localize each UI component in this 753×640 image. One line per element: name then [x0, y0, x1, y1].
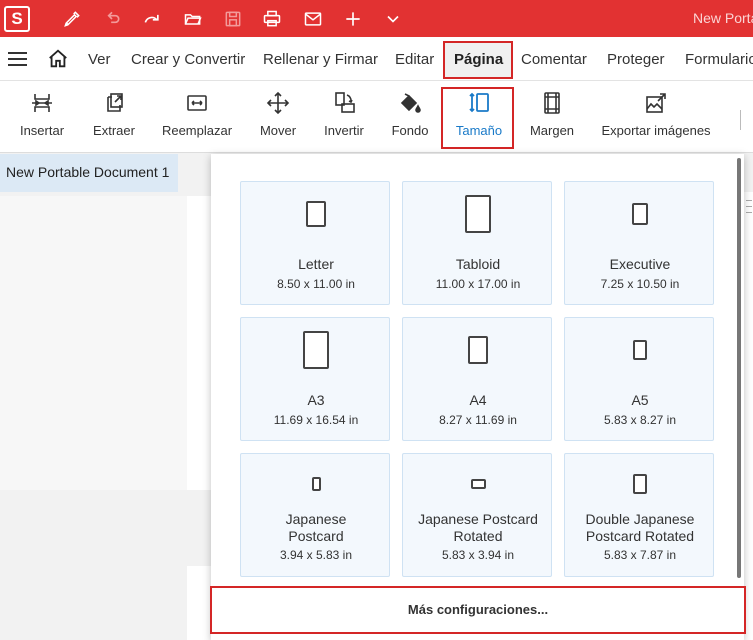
- page-size-card-a4[interactable]: A4 8.27 x 11.69 in: [402, 317, 552, 441]
- tool-extraer[interactable]: Extraer: [88, 81, 140, 153]
- page-size-dimensions: 3.94 x 5.83 in: [279, 548, 353, 562]
- more-settings-button[interactable]: Más configuraciones...: [212, 602, 744, 617]
- page-shape-icon: [633, 474, 647, 494]
- page-shape-icon: [470, 479, 486, 489]
- menu-proteger[interactable]: Proteger: [607, 51, 665, 68]
- tool-margen[interactable]: Margen: [526, 81, 578, 153]
- redo-icon[interactable]: [139, 6, 165, 32]
- app-logo[interactable]: S: [4, 6, 30, 32]
- chevron-down-icon[interactable]: [380, 6, 406, 32]
- page-size-dropdown: Letter 8.50 x 11.00 in Tabloid 11.00 x 17.0…: [211, 154, 744, 640]
- page-ribbon: Insertar Extraer Reemplazar Mover Invert…: [0, 81, 753, 153]
- page-size-card-letter[interactable]: Letter 8.50 x 11.00 in: [240, 181, 390, 305]
- page-size-name: A4: [469, 392, 487, 408]
- menu-formulario[interactable]: Formulario: [685, 51, 753, 68]
- more-settings-highlight: Más configuraciones...: [210, 586, 746, 634]
- page-shape-icon: [633, 340, 647, 360]
- page-size-card-a5[interactable]: A5 5.83 x 8.27 in: [564, 317, 714, 441]
- page-size-dimensions: 8.27 x 11.69 in: [439, 413, 517, 427]
- page-shape-icon: [632, 203, 648, 225]
- page-canvas: [187, 196, 211, 490]
- menu-ver[interactable]: Ver: [88, 51, 111, 68]
- page-size-dimensions: 8.50 x 11.00 in: [277, 277, 355, 291]
- rotate-page-icon: [331, 91, 357, 115]
- menu-rellenar-y-firmar[interactable]: Rellenar y Firmar: [263, 51, 378, 68]
- active-tool-highlight: [441, 87, 514, 149]
- page-shape-icon: [465, 195, 491, 233]
- page-size-dimensions: 11.69 x 16.54 in: [273, 413, 359, 427]
- page-size-name: Tabloid: [455, 256, 501, 272]
- document-tab[interactable]: New Portable Document 1: [0, 154, 178, 192]
- extract-page-icon: [101, 91, 127, 115]
- page-size-name: Double Japanese Postcard Rotated: [585, 511, 695, 544]
- print-icon[interactable]: [259, 6, 285, 32]
- ribbon-separator: [740, 110, 741, 130]
- page-size-dimensions: 5.83 x 3.94 in: [441, 548, 515, 562]
- page-size-dimensions: 5.83 x 8.27 in: [603, 413, 677, 427]
- page-size-name: A3: [307, 392, 325, 408]
- page-size-name: Letter: [298, 256, 334, 272]
- page-thumbnail-area: [0, 196, 187, 490]
- page-size-name: Japanese Postcard Rotated: [418, 511, 538, 544]
- paint-bucket-icon: [397, 91, 423, 115]
- title-bar: S New Portable: [0, 0, 753, 37]
- menu-crear-y-convertir[interactable]: Crear y Convertir: [131, 51, 245, 68]
- home-icon[interactable]: [47, 48, 69, 70]
- page-size-card-tabloid[interactable]: Tabloid 11.00 x 17.00 in: [402, 181, 552, 305]
- tool-insertar[interactable]: Insertar: [14, 81, 70, 153]
- move-arrows-icon: [265, 91, 291, 115]
- page-size-name: Japanese Postcard: [285, 511, 347, 544]
- undo-icon[interactable]: [99, 6, 125, 32]
- tool-reemplazar[interactable]: Reemplazar: [160, 81, 234, 153]
- menu-comentar[interactable]: Comentar: [521, 51, 587, 68]
- pen-icon[interactable]: [59, 6, 85, 32]
- page-size-name: A5: [631, 392, 649, 408]
- page-size-card-japanese-postcard[interactable]: Japanese Postcard 3.94 x 5.83 in: [240, 453, 390, 577]
- tool-exportar-imagenes[interactable]: Exportar imágenes: [598, 81, 714, 153]
- hamburger-menu-icon[interactable]: [8, 51, 28, 67]
- page-preview-edge: [744, 192, 753, 640]
- plus-icon[interactable]: [340, 6, 366, 32]
- tool-invertir[interactable]: Invertir: [320, 81, 368, 153]
- replace-page-icon: [184, 91, 210, 115]
- page-shape-icon: [468, 336, 488, 364]
- margin-icon: [539, 91, 565, 115]
- menu-editar[interactable]: Editar: [395, 51, 434, 68]
- page-size-card-japanese-postcard-rotated[interactable]: Japanese Postcard Rotated 5.83 x 3.94 in: [402, 453, 552, 577]
- mail-icon[interactable]: [300, 6, 326, 32]
- page-size-card-double-japanese-postcard-rotated[interactable]: Double Japanese Postcard Rotated 5.83 x 7…: [564, 453, 714, 577]
- page-size-dimensions: 5.83 x 7.87 in: [603, 548, 677, 562]
- page-size-card-executive[interactable]: Executive 7.25 x 10.50 in: [564, 181, 714, 305]
- page-shape-icon: [306, 201, 326, 227]
- page-shape-icon: [311, 477, 321, 491]
- tool-mover[interactable]: Mover: [255, 81, 301, 153]
- page-shape-icon: [303, 331, 329, 369]
- page-size-card-a3[interactable]: A3 11.69 x 16.54 in: [240, 317, 390, 441]
- open-folder-icon[interactable]: [180, 6, 206, 32]
- save-icon[interactable]: [220, 6, 246, 32]
- tool-fondo[interactable]: Fondo: [390, 81, 430, 153]
- dropdown-scrollbar[interactable]: [737, 158, 741, 578]
- menu-pagina[interactable]: Página: [454, 51, 503, 68]
- page-canvas-next: [187, 566, 211, 640]
- page-size-dimensions: 7.25 x 10.50 in: [600, 277, 680, 291]
- export-image-icon: [643, 91, 669, 115]
- page-size-dimensions: 11.00 x 17.00 in: [435, 277, 521, 291]
- page-size-name: Executive: [609, 256, 671, 272]
- menu-bar: Ver Crear y Convertir Rellenar y Firmar …: [0, 37, 753, 81]
- insert-page-icon: [29, 91, 55, 115]
- window-title: New Portable: [693, 10, 753, 26]
